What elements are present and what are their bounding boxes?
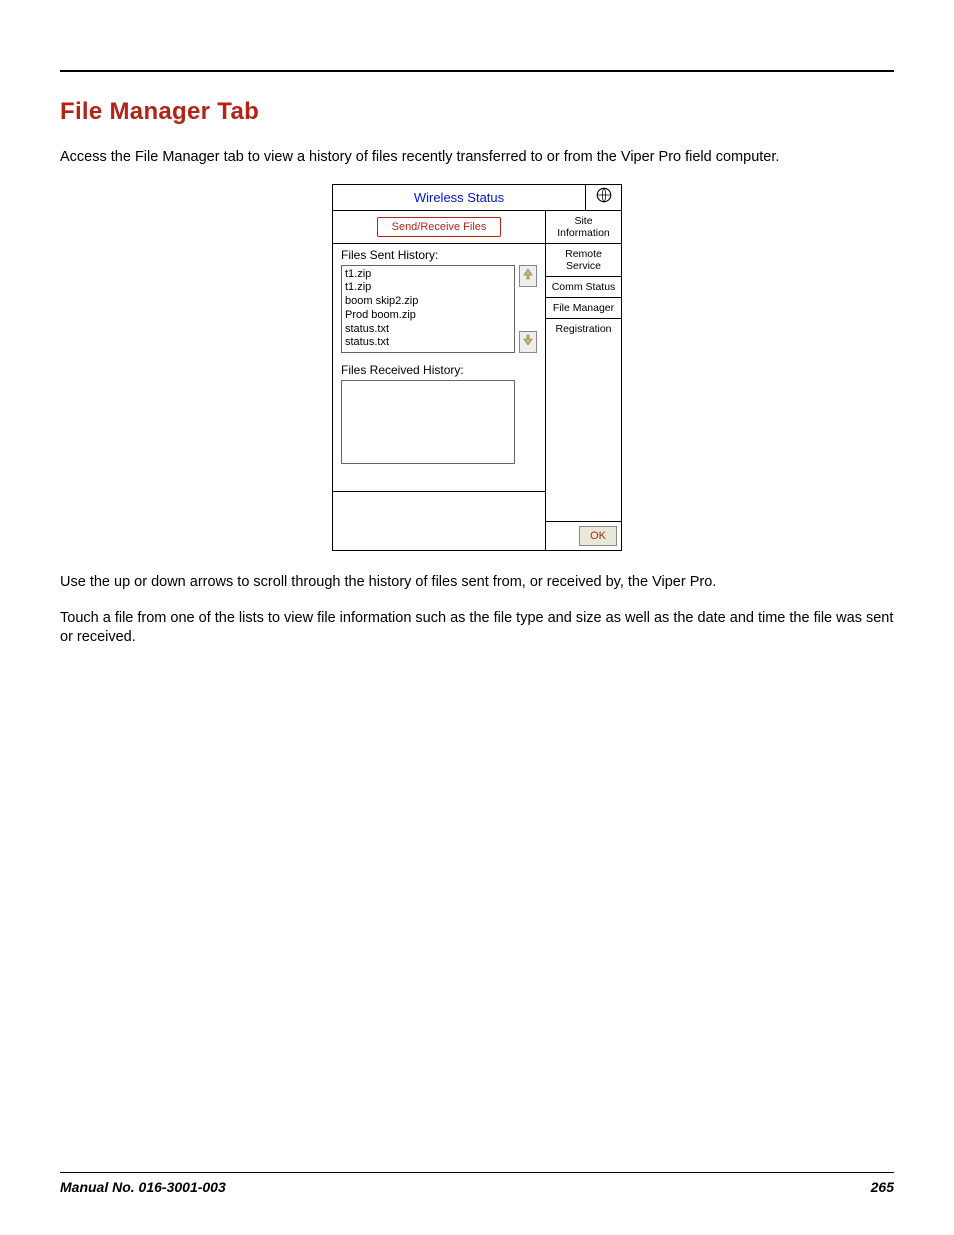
ok-button[interactable]: OK — [579, 526, 617, 546]
tab-comm-status[interactable]: Comm Status — [546, 277, 621, 298]
send-receive-button[interactable]: Send/Receive Files — [377, 217, 502, 237]
list-item[interactable]: Prod boom.zip — [345, 309, 511, 323]
list-item[interactable]: t1.zip — [345, 268, 511, 282]
scroll-up-button[interactable] — [519, 265, 537, 287]
arrow-down-icon — [523, 333, 533, 351]
window-title: Wireless Status — [333, 190, 585, 205]
sidebar: Site Information Remote Service Comm Sta… — [546, 211, 621, 551]
tab-file-manager[interactable]: File Manager — [546, 298, 621, 319]
intro-paragraph: Access the File Manager tab to view a hi… — [60, 148, 894, 168]
section-heading: File Manager Tab — [60, 98, 894, 126]
files-sent-label: Files Sent History: — [333, 244, 545, 265]
files-received-label: Files Received History: — [333, 359, 545, 380]
globe-icon — [595, 186, 613, 209]
files-received-list[interactable] — [341, 380, 515, 464]
list-item[interactable]: t1.zip — [345, 281, 511, 295]
paragraph-3: Touch a file from one of the lists to vi… — [60, 609, 894, 648]
tab-site-information[interactable]: Site Information — [546, 211, 621, 244]
tab-registration[interactable]: Registration — [546, 319, 621, 339]
tab-remote-service[interactable]: Remote Service — [546, 244, 621, 277]
arrow-up-icon — [523, 267, 533, 285]
app-screenshot: Wireless Status Send/Receive Files Files… — [332, 184, 622, 552]
list-item[interactable]: boom skip2.zip — [345, 295, 511, 309]
files-sent-list[interactable]: t1.zip t1.zip boom skip2.zip Prod boom.z… — [341, 265, 515, 354]
list-item[interactable]: status.txt — [345, 336, 511, 350]
footer-page-number: 265 — [871, 1179, 894, 1195]
list-item[interactable]: status.txt — [345, 323, 511, 337]
paragraph-2: Use the up or down arrows to scroll thro… — [60, 573, 894, 593]
footer-manual-number: Manual No. 016-3001-003 — [60, 1179, 226, 1195]
scroll-down-button[interactable] — [519, 331, 537, 353]
